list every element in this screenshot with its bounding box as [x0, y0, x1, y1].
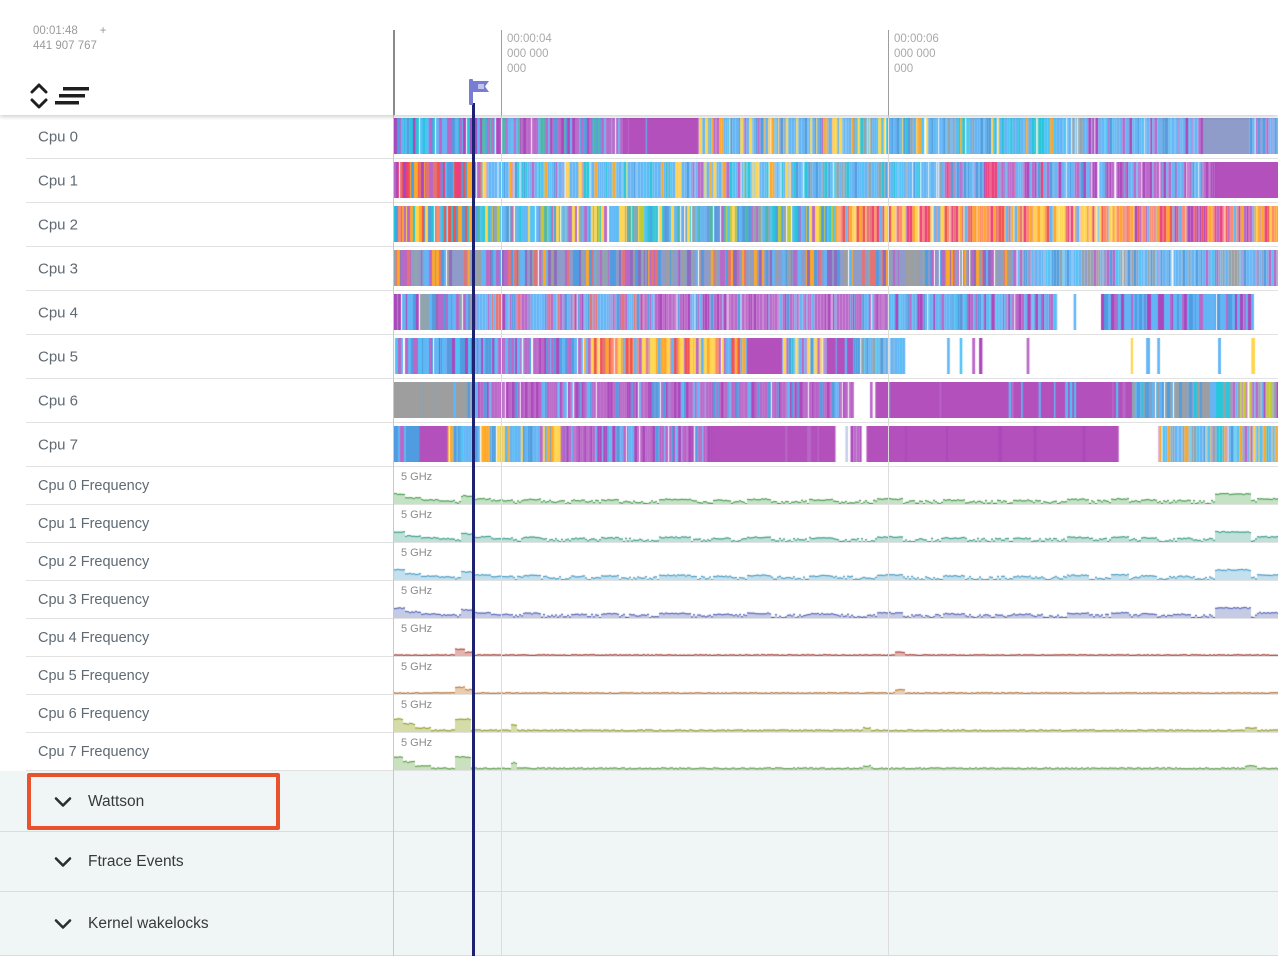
track-label: Cpu 3	[38, 261, 78, 278]
track-label: Cpu 7 Frequency	[38, 744, 149, 760]
cpu-frequency-chart[interactable]	[393, 752, 1278, 770]
freq-scale-label: 5 GHz	[401, 509, 432, 521]
track-label: Cpu 5 Frequency	[38, 668, 149, 684]
track-area-left-boundary	[393, 115, 394, 956]
cpu-frequency-track-row[interactable]: Cpu 6 Frequency 5 GHz	[0, 695, 1278, 733]
header-left-boundary-line	[393, 30, 395, 115]
flag-icon[interactable]	[465, 76, 495, 106]
track-label: Cpu 4	[38, 305, 78, 322]
track-group-row[interactable]: Wattson	[0, 771, 1278, 832]
cpu-track-row[interactable]: Cpu 3	[0, 247, 1278, 291]
chevron-down-icon[interactable]	[54, 857, 72, 868]
cpu-track-row[interactable]: Cpu 7	[0, 423, 1278, 467]
cpu-track-row[interactable]: Cpu 6	[0, 379, 1278, 423]
track-label: Cpu 2	[38, 217, 78, 234]
cpu-frequency-chart[interactable]	[393, 486, 1278, 504]
track-label: Cpu 3 Frequency	[38, 592, 149, 608]
cpu-frequency-track-row[interactable]: Cpu 5 Frequency 5 GHz	[0, 657, 1278, 695]
cpu-frequency-track-row[interactable]: Cpu 3 Frequency 5 GHz	[0, 581, 1278, 619]
track-label: Cpu 7	[38, 437, 78, 454]
track-label: Cpu 4 Frequency	[38, 630, 149, 646]
cpu-frequency-track-row[interactable]: Cpu 2 Frequency 5 GHz	[0, 543, 1278, 581]
cpu-frequency-track-row[interactable]: Cpu 7 Frequency 5 GHz	[0, 733, 1278, 771]
track-label: Cpu 1 Frequency	[38, 516, 149, 532]
cpu-track-row[interactable]: Cpu 1	[0, 159, 1278, 203]
chevron-down-icon[interactable]	[54, 796, 72, 807]
cpu-frequency-chart[interactable]	[393, 676, 1278, 694]
cpu-slices-canvas[interactable]	[393, 426, 1278, 462]
freq-scale-label: 5 GHz	[401, 699, 432, 711]
cpu-track-row[interactable]: Cpu 4	[0, 291, 1278, 335]
cpu-slices-canvas[interactable]	[393, 294, 1278, 330]
gridline	[888, 115, 889, 956]
freq-scale-label: 5 GHz	[401, 585, 432, 597]
freq-scale-label: 5 GHz	[401, 547, 432, 559]
freq-scale-label: 5 GHz	[401, 661, 432, 673]
cpu-frequency-track-row[interactable]: Cpu 4 Frequency 5 GHz	[0, 619, 1278, 657]
freq-scale-label: 5 GHz	[401, 737, 432, 749]
viewport-origin-timestamp: 00:01:48+441 907 767	[33, 24, 106, 54]
track-label: Cpu 5	[38, 349, 78, 366]
cpu-slices-canvas[interactable]	[393, 382, 1278, 418]
chevron-down-icon[interactable]	[54, 919, 72, 930]
freq-scale-label: 5 GHz	[401, 623, 432, 635]
expand-collapse-tracks-icon[interactable]	[29, 82, 49, 110]
cpu-track-row[interactable]: Cpu 0	[0, 115, 1278, 159]
track-group-label: Kernel wakelocks	[88, 915, 209, 933]
track-label: Cpu 0	[38, 129, 78, 146]
freq-scale-label: 5 GHz	[401, 471, 432, 483]
cpu-frequency-chart[interactable]	[393, 638, 1278, 656]
track-label: Cpu 0 Frequency	[38, 478, 149, 494]
time-tick-label: 00:00:06000 000 000	[894, 32, 939, 77]
cpu-frequency-chart[interactable]	[393, 562, 1278, 580]
cpu-frequency-chart[interactable]	[393, 600, 1278, 618]
track-group-row[interactable]: Ftrace Events	[0, 832, 1278, 892]
cpu-track-row[interactable]: Cpu 2	[0, 203, 1278, 247]
gridline	[501, 115, 502, 956]
track-list: Cpu 0 Cpu 1 Cpu 2 Cpu 3 Cpu 4 Cpu 5 Cpu 6 Cpu 7…	[0, 115, 1278, 956]
track-group-row[interactable]: Kernel wakelocks	[0, 892, 1278, 956]
cpu-slices-canvas[interactable]	[393, 118, 1278, 154]
cpu-frequency-track-row[interactable]: Cpu 0 Frequency 5 GHz	[0, 467, 1278, 505]
cpu-frequency-chart[interactable]	[393, 524, 1278, 542]
origin-plus-sign: +	[100, 25, 107, 37]
track-group-label: Wattson	[88, 793, 144, 811]
time-tick-label: 00:00:04000 000 000	[507, 32, 552, 77]
track-label: Cpu 1	[38, 173, 78, 190]
cpu-slices-canvas[interactable]	[393, 338, 1278, 374]
timeline-header: 00:01:48+441 907 767 00:00:04000 000 000…	[0, 0, 1278, 115]
flag-marker-line[interactable]	[472, 103, 475, 956]
cpu-track-row[interactable]: Cpu 5	[0, 335, 1278, 379]
cpu-frequency-chart[interactable]	[393, 714, 1278, 732]
cpu-slices-canvas[interactable]	[393, 250, 1278, 286]
track-label: Cpu 6 Frequency	[38, 706, 149, 722]
track-label: Cpu 2 Frequency	[38, 554, 149, 570]
cpu-frequency-track-row[interactable]: Cpu 1 Frequency 5 GHz	[0, 505, 1278, 543]
track-label: Cpu 6	[38, 393, 78, 410]
sort-tracks-icon[interactable]	[55, 86, 93, 106]
cpu-slices-canvas[interactable]	[393, 206, 1278, 242]
cpu-slices-canvas[interactable]	[393, 162, 1278, 198]
perfetto-timeline-view: 00:01:48+441 907 767 00:00:04000 000 000…	[0, 0, 1278, 956]
track-group-label: Ftrace Events	[88, 853, 184, 871]
